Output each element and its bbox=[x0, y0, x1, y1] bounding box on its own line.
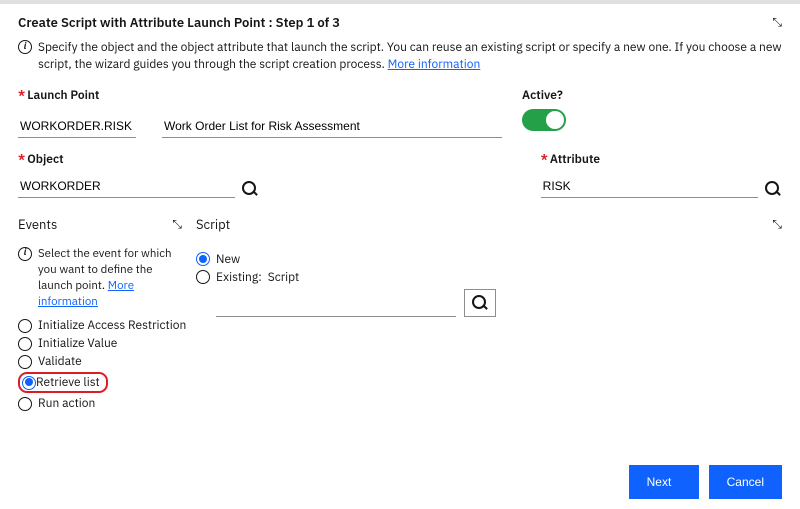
next-button[interactable]: Next bbox=[629, 465, 699, 499]
attribute-input[interactable] bbox=[541, 173, 758, 198]
radio-label: Validate bbox=[38, 354, 82, 369]
active-label: Active? bbox=[522, 88, 782, 103]
event-radio-validate[interactable]: Validate bbox=[18, 354, 182, 369]
radio-label: Existing: bbox=[216, 270, 262, 285]
collapse-icon[interactable]: ⤡ bbox=[772, 15, 782, 30]
script-radio-new[interactable]: New bbox=[196, 252, 782, 267]
script-section-title: Script bbox=[196, 216, 230, 233]
events-description: Select the event for which you want to d… bbox=[38, 246, 182, 310]
event-radio-run-action[interactable]: Run action bbox=[18, 396, 182, 411]
object-label: *Object bbox=[18, 152, 259, 167]
script-radio-existing-[interactable]: Existing: Script bbox=[196, 270, 782, 285]
info-icon: i bbox=[18, 247, 32, 261]
radio-label: Retrieve list bbox=[36, 375, 100, 390]
attribute-lookup-icon[interactable] bbox=[764, 180, 782, 198]
event-radio-retrieve-list[interactable]: Retrieve list bbox=[18, 372, 182, 393]
radio-dot-icon bbox=[22, 376, 36, 390]
radio-dot-icon bbox=[18, 337, 32, 351]
attribute-label: *Attribute bbox=[541, 152, 782, 167]
active-toggle[interactable] bbox=[522, 109, 566, 131]
search-icon bbox=[471, 294, 489, 312]
radio-label: Initialize Access Restriction bbox=[38, 318, 186, 333]
event-radio-initialize-access-restriction[interactable]: Initialize Access Restriction bbox=[18, 318, 182, 333]
page-title: Create Script with Attribute Launch Poin… bbox=[18, 14, 340, 31]
script-collapse-icon[interactable]: ⤡ bbox=[772, 217, 782, 232]
script-lookup-button[interactable] bbox=[464, 289, 496, 317]
object-input[interactable] bbox=[18, 173, 235, 198]
radio-label: New bbox=[216, 252, 240, 267]
radio-dot-icon bbox=[196, 270, 210, 284]
radio-label: Run action bbox=[38, 396, 95, 411]
info-icon: i bbox=[18, 40, 32, 54]
script-name-input[interactable] bbox=[216, 291, 456, 317]
radio-dot-icon bbox=[18, 397, 32, 411]
script-inline-label: Script bbox=[268, 270, 300, 285]
launch-point-label: *Launch Point bbox=[18, 88, 502, 103]
cancel-button[interactable]: Cancel bbox=[709, 465, 782, 499]
object-lookup-icon[interactable] bbox=[241, 180, 259, 198]
events-section-title: Events bbox=[18, 216, 57, 233]
radio-dot-icon bbox=[196, 252, 210, 266]
radio-dot-icon bbox=[18, 319, 32, 333]
more-info-link[interactable]: More information bbox=[388, 57, 481, 72]
launch-point-input[interactable] bbox=[18, 113, 136, 138]
event-radio-initialize-value[interactable]: Initialize Value bbox=[18, 336, 182, 351]
launch-point-desc-input[interactable] bbox=[162, 113, 502, 138]
events-collapse-icon[interactable]: ⤡ bbox=[172, 217, 182, 232]
radio-label: Initialize Value bbox=[38, 336, 117, 351]
radio-dot-icon bbox=[18, 355, 32, 369]
wizard-description: Specify the object and the object attrib… bbox=[38, 39, 782, 74]
